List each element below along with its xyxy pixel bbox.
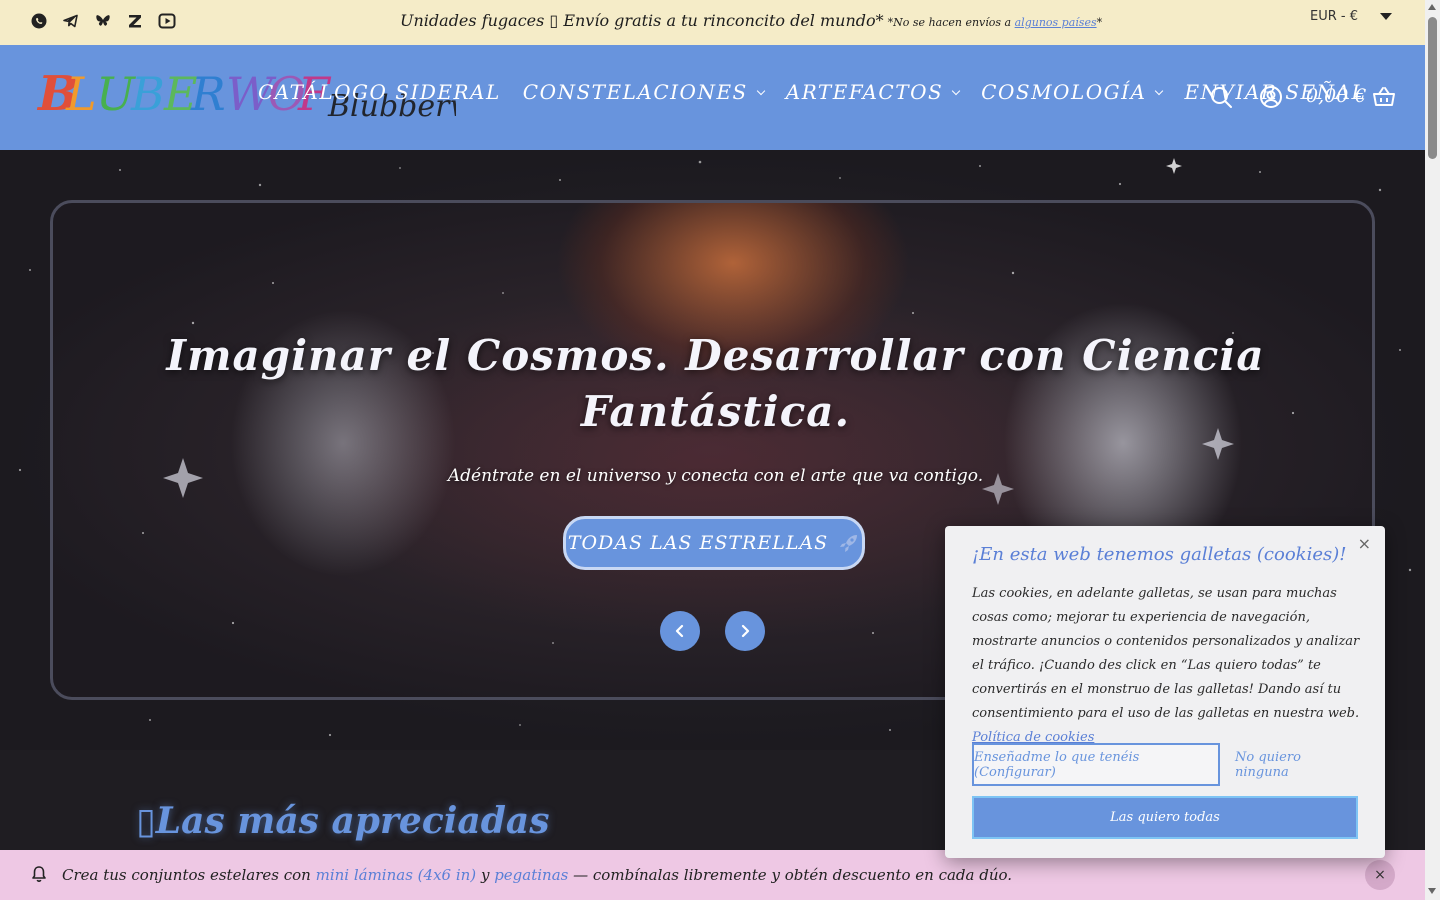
nav-catalogo-sideral[interactable]: CATÁLOGO SIDERAL [258, 80, 501, 104]
excluded-countries-link[interactable]: algunos países [1015, 16, 1097, 29]
currency-label: EUR - € [1310, 9, 1358, 24]
svg-text:R: R [190, 67, 226, 121]
promo-text-end: — combínalas libremente y obtén descuent… [573, 866, 1013, 884]
nav-label: CONSTELACIONES [522, 80, 748, 104]
cookie-body-text: Las cookies, en adelante galletas, se us… [972, 586, 1360, 721]
main-navigation: CATÁLOGO SIDERAL CONSTELACIONES ARTEFACT… [258, 80, 1366, 104]
bell-icon [32, 866, 46, 882]
svg-text:L: L [65, 67, 97, 121]
slider-prev-button[interactable] [660, 611, 700, 651]
configure-cookies-button[interactable]: Enseñadme lo que tenéis (Configurar) [972, 743, 1220, 786]
cart-total[interactable]: 0,00 € [1306, 85, 1366, 107]
scroll-down-arrow-icon[interactable] [1428, 888, 1436, 894]
basket-icon[interactable] [1372, 85, 1396, 109]
announcement-text: Unidades fugaces ▯ Envío gratis a tu rin… [400, 11, 884, 30]
chevron-left-icon [675, 624, 684, 638]
youtube-icon[interactable] [158, 12, 176, 30]
nav-label: CATÁLOGO SIDERAL [258, 80, 501, 104]
hero-title: Imaginar el Cosmos. Desarrollar con Cien… [166, 331, 1265, 436]
nav-artefactos[interactable]: ARTEFACTOS [785, 80, 961, 104]
chevron-down-icon [1380, 13, 1392, 20]
nav-label: ARTEFACTOS [785, 80, 944, 104]
rocket-icon [840, 535, 858, 552]
cookie-title: ¡En esta web tenemos galletas (cookies)! [972, 544, 1347, 565]
nav-cosmologia[interactable]: COSMOLOGÍA [981, 80, 1164, 104]
whatsapp-icon[interactable] [30, 12, 48, 30]
chevron-down-icon [1155, 86, 1164, 95]
reject-cookies-button[interactable]: No quiero ninguna [1235, 743, 1350, 786]
mini-prints-link[interactable]: mini láminas (4x6 in) [316, 866, 477, 884]
chevron-down-icon [951, 86, 961, 95]
cookie-body: Las cookies, en adelante galletas, se us… [972, 582, 1364, 750]
shipping-note: *No se hacen envíos a [887, 16, 1012, 29]
page-scrollbar[interactable] [1425, 0, 1440, 900]
slider-next-button[interactable] [725, 611, 765, 651]
promo-close-button[interactable]: × [1365, 860, 1395, 890]
promo-text-mid: y [480, 866, 490, 884]
top-announcement-bar: Unidades fugaces ▯ Envío gratis a tu rin… [0, 0, 1425, 45]
promo-text: Crea tus conjuntos estelares con mini lá… [62, 866, 1012, 884]
chevron-right-icon [741, 624, 750, 638]
all-stars-label: TODAS LAS ESTRELLAS [567, 532, 829, 554]
nav-label: COSMOLOGÍA [981, 80, 1147, 104]
section-title-most-appreciated: ▯Las más apreciadas [136, 800, 550, 842]
all-stars-button[interactable]: TODAS LAS ESTRELLAS [563, 516, 865, 570]
promo-text-start: Crea tus conjuntos estelares con [62, 866, 311, 884]
shipping-announcement: Unidades fugaces ▯ Envío gratis a tu rin… [400, 11, 1102, 30]
stickers-link[interactable]: pegatinas [494, 866, 568, 884]
scroll-thumb[interactable] [1428, 17, 1437, 159]
account-icon[interactable] [1259, 85, 1283, 109]
currency-selector[interactable]: EUR - € [1310, 9, 1392, 24]
search-icon[interactable] [1209, 85, 1233, 109]
svg-text:B: B [130, 67, 165, 121]
social-links [30, 12, 176, 30]
nav-constelaciones[interactable]: CONSTELACIONES [522, 80, 765, 104]
cookie-consent-dialog: × ¡En esta web tenemos galletas (cookies… [945, 526, 1385, 858]
accept-all-cookies-button[interactable]: Las quiero todas [972, 796, 1358, 839]
shipping-note-suffix: * [1096, 16, 1103, 29]
hero-subtitle: Adéntrate en el universo y conecta con e… [447, 466, 984, 486]
chevron-down-icon [756, 86, 765, 95]
bluesky-icon[interactable] [94, 12, 112, 30]
kofi-icon[interactable] [126, 12, 144, 30]
telegram-icon[interactable] [62, 12, 80, 30]
scroll-up-arrow-icon[interactable] [1428, 4, 1436, 10]
close-icon[interactable]: × [1358, 534, 1371, 553]
